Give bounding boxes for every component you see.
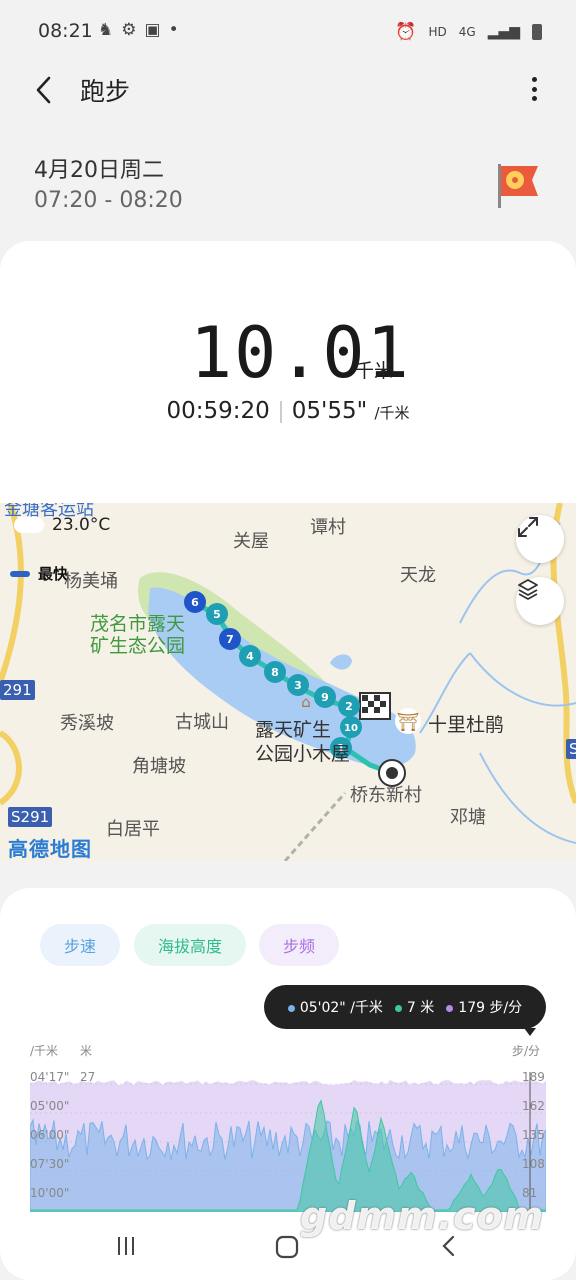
expand-map-button[interactable] [516,515,564,563]
map-poi-label: 十里杜鹃 [428,714,505,736]
cadence-axis-unit: 步/分 [512,1044,541,1058]
workout-date: 4月20日周二 [34,158,164,183]
cabin-label-line1: 露天矿生 [255,719,332,741]
tooltip-altitude: 7 米 [394,997,434,1017]
app-notification-icon: ⚙ [121,20,137,40]
km-marker: 5 [213,608,221,621]
recent-apps-button[interactable] [114,1234,138,1264]
km-marker: 7 [226,633,234,646]
map-place-label: 桥东新村 [350,785,422,806]
pace-axis-unit: /千米 [30,1044,59,1058]
altitude-chip[interactable]: 海拔高度 [134,924,247,966]
chart-tooltip: 05'02" /千米 7 米 179 步/分 [264,985,546,1029]
map-place-label: 秀溪坡 [60,713,114,734]
fastest-legend: 最快 [10,563,68,584]
map-place-label: 古城山 [175,712,229,733]
network-type-label: 4G [458,25,476,39]
map-place-label: 邓塘 [450,807,486,828]
pace-tick: 07'30" [30,1157,70,1171]
home-button[interactable] [274,1234,300,1266]
svg-text:⛩: ⛩ [397,712,420,733]
image-notification-icon: ▣ [144,20,161,40]
km-marker: 10 [344,723,358,734]
altitude-tick: 27 [80,1070,96,1084]
altitude-axis-unit: 米 [80,1044,93,1058]
tooltip-pointer [524,1028,536,1036]
more-options-icon[interactable] [524,74,544,104]
pace-tick: 06'00" [30,1128,70,1142]
home-icon [275,1235,299,1259]
cadence-tick: 162 [522,1099,545,1113]
pace-value: 05'55" [291,398,368,424]
tooltip-cadence: 179 步/分 [446,997,522,1017]
distance-unit: 千米 [355,360,394,382]
cabin-label-line2: 公园小木屋 [255,743,351,765]
app-notification-icon: ♞ [98,20,114,40]
road-badge: 291 [0,680,35,700]
map-place-label: 天龙 [400,565,436,586]
more-notifications-dot-icon: • [168,20,179,40]
back-nav-icon [442,1235,455,1257]
pace-tick: 10'00" [30,1186,70,1200]
map-place-label: 关屋 [233,531,269,552]
cadence-tick: 108 [522,1157,545,1171]
map-place-label: 角塘坡 [132,756,186,777]
status-bar: 08:21 ♞ ⚙ ▣ • ⏰ HD 4G ▂▄▆ [0,0,576,64]
alarm-icon: ⏰ [395,22,417,42]
map-place-label: 谭村 [310,517,346,538]
metrics-chart[interactable] [29,1072,547,1213]
temperature-label: 23.0°C [52,515,111,535]
km-marker: 3 [294,679,302,692]
route-flag-icon[interactable] [494,160,542,210]
metrics-chart-svg [29,1072,547,1213]
fastest-pill-icon [10,570,30,577]
map-place-label: 白居平 [106,819,160,840]
pace-chip[interactable]: 步速 [40,924,121,966]
km-marker: 6 [191,596,199,609]
road-badge: S291 [8,807,53,827]
map-provider-logo: 高德地图 [8,837,92,861]
back-icon[interactable] [30,72,60,108]
workout-time-range: 07:20 - 08:20 [34,188,183,213]
system-icons: ⏰ HD 4G ▂▄▆ [395,22,542,42]
svg-text:⌂: ⌂ [301,693,311,711]
duration-value: 00:59:20 [166,398,270,424]
route-map[interactable]: 6 5 7 4 8 3 9 2 10 1 ⛩ ⌂ 金塘客运站 23.0°C 最快… [0,503,576,861]
weather-cloud-icon [14,517,44,533]
duration-pace-row: 00:59:20 05'55" /千米 [0,398,576,424]
recent-apps-icon [118,1237,134,1255]
park-label-line2: 矿生态公园 [90,635,186,657]
road-badge: S291 [566,739,576,759]
tooltip-pace: 05'02" /千米 [287,997,383,1017]
km-marker: 8 [271,666,279,679]
expand-icon [518,517,538,537]
system-nav-bar [0,1210,576,1280]
pace-unit: /千米 [374,404,410,422]
layers-icon [518,579,538,600]
signal-icon: ▂▄▆ [487,24,520,40]
stat-divider [279,400,282,423]
back-nav-button[interactable] [438,1234,462,1264]
cadence-tick: 135 [522,1128,545,1142]
km-marker: 9 [321,691,329,704]
cadence-tick: 189 [522,1070,545,1084]
status-time: 08:21 [38,20,93,42]
hd-label: HD [428,25,447,39]
page-title: 跑步 [80,77,131,106]
map-place-label: 杨美埇 [64,571,118,592]
notification-icons: ♞ ⚙ ▣ • [98,20,179,40]
battery-icon [532,24,542,40]
map-layers-button[interactable] [516,577,564,625]
pace-tick: 05'00" [30,1099,70,1113]
pace-tick: 04'17" [30,1070,70,1084]
km-marker: 4 [246,650,254,663]
map-canvas: 6 5 7 4 8 3 9 2 10 1 ⛩ ⌂ [0,503,576,861]
cadence-chip[interactable]: 步频 [259,924,340,966]
km-marker: 2 [345,700,353,713]
app-bar: 跑步 [0,64,576,116]
